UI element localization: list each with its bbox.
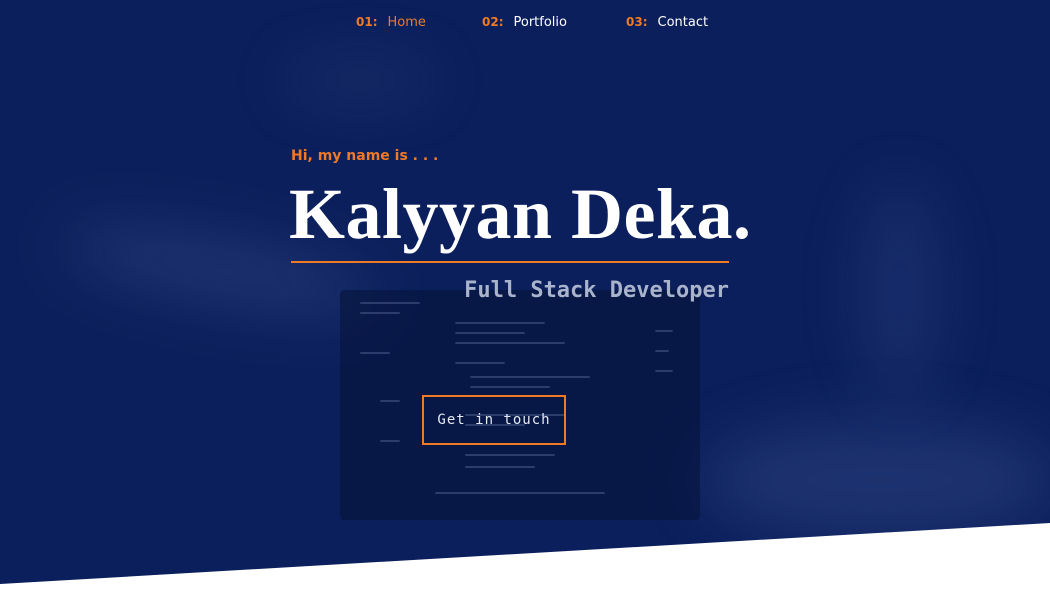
nav-label: Portfolio — [513, 15, 567, 30]
main-navigation: 01: Home 02: Portfolio 03: Contact — [0, 12, 1050, 32]
background-blur — [700, 420, 1050, 540]
background-blur — [280, 60, 440, 100]
hero-section: 01: Home 02: Portfolio 03: Contact Hi, my n… — [0, 0, 1050, 584]
nav-label: Contact — [657, 15, 709, 30]
name-underline-divider — [291, 261, 729, 263]
get-in-touch-button[interactable]: Get in touch — [422, 395, 566, 445]
nav-label: Home — [387, 15, 426, 30]
nav-item-portfolio[interactable]: 02: Portfolio — [482, 12, 567, 33]
greeting-text: Hi, my name is . . . — [291, 148, 439, 164]
nav-item-contact[interactable]: 03: Contact — [626, 12, 708, 33]
nav-item-home[interactable]: 01: Home — [356, 12, 426, 33]
hero-name: Kalyyan Deka. — [289, 174, 752, 254]
background-blur — [860, 180, 940, 400]
nav-number: 03: — [626, 15, 648, 29]
nav-number: 01: — [356, 15, 378, 29]
hero-role: Full Stack Developer — [464, 278, 729, 303]
nav-number: 02: — [482, 15, 504, 29]
